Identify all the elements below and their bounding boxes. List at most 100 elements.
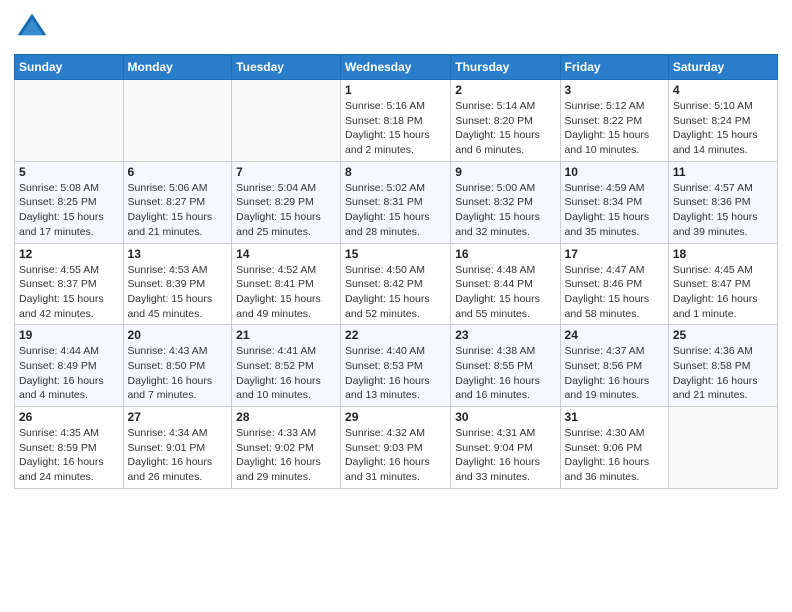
day-info: Sunrise: 4:30 AM Sunset: 9:06 PM Dayligh… [565,426,664,485]
day-number: 11 [673,165,773,179]
day-info: Sunrise: 4:50 AM Sunset: 8:42 PM Dayligh… [345,263,446,322]
day-info: Sunrise: 4:59 AM Sunset: 8:34 PM Dayligh… [565,181,664,240]
calendar-header-row: SundayMondayTuesdayWednesdayThursdayFrid… [15,55,778,80]
day-info: Sunrise: 4:31 AM Sunset: 9:04 PM Dayligh… [455,426,555,485]
day-number: 29 [345,410,446,424]
day-number: 25 [673,328,773,342]
calendar-week-row: 26 Sunrise: 4:35 AM Sunset: 8:59 PM Dayli… [15,407,778,489]
generalblue-icon [14,10,50,46]
calendar-table: SundayMondayTuesdayWednesdayThursdayFrid… [14,54,778,489]
day-of-week-header: Tuesday [232,55,341,80]
day-info: Sunrise: 5:08 AM Sunset: 8:25 PM Dayligh… [19,181,119,240]
day-info: Sunrise: 5:12 AM Sunset: 8:22 PM Dayligh… [565,99,664,158]
day-info: Sunrise: 4:57 AM Sunset: 8:36 PM Dayligh… [673,181,773,240]
calendar-cell: 21 Sunrise: 4:41 AM Sunset: 8:52 PM Dayli… [232,325,341,407]
day-of-week-header: Friday [560,55,668,80]
calendar-cell: 16 Sunrise: 4:48 AM Sunset: 8:44 PM Dayli… [451,243,560,325]
day-number: 16 [455,247,555,261]
day-info: Sunrise: 4:52 AM Sunset: 8:41 PM Dayligh… [236,263,336,322]
calendar-cell: 2 Sunrise: 5:14 AM Sunset: 8:20 PM Daylig… [451,80,560,162]
calendar-cell: 14Sunrise: 4:52 AM Sunset: 8:41 PM Dayli… [232,243,341,325]
day-info: Sunrise: 5:06 AM Sunset: 8:27 PM Dayligh… [128,181,228,240]
calendar-week-row: 19Sunrise: 4:44 AM Sunset: 8:49 PM Dayli… [15,325,778,407]
day-info: Sunrise: 4:32 AM Sunset: 9:03 PM Dayligh… [345,426,446,485]
calendar-cell: 18Sunrise: 4:45 AM Sunset: 8:47 PM Dayli… [668,243,777,325]
calendar-cell: 4Sunrise: 5:10 AM Sunset: 8:24 PM Daylig… [668,80,777,162]
calendar-cell: 20 Sunrise: 4:43 AM Sunset: 8:50 PM Dayli… [123,325,232,407]
day-info: Sunrise: 4:35 AM Sunset: 8:59 PM Dayligh… [19,426,119,485]
day-of-week-header: Saturday [668,55,777,80]
calendar-cell: 15 Sunrise: 4:50 AM Sunset: 8:42 PM Dayli… [341,243,451,325]
day-info: Sunrise: 5:10 AM Sunset: 8:24 PM Dayligh… [673,99,773,158]
day-number: 17 [565,247,664,261]
day-number: 9 [455,165,555,179]
calendar-cell: 1 Sunrise: 5:16 AM Sunset: 8:18 PM Daylig… [341,80,451,162]
day-info: Sunrise: 4:48 AM Sunset: 8:44 PM Dayligh… [455,263,555,322]
day-info: Sunrise: 4:40 AM Sunset: 8:53 PM Dayligh… [345,344,446,403]
calendar-cell: 30 Sunrise: 4:31 AM Sunset: 9:04 PM Dayli… [451,407,560,489]
calendar-cell [15,80,124,162]
calendar-cell: 10 Sunrise: 4:59 AM Sunset: 8:34 PM Dayli… [560,161,668,243]
day-number: 1 [345,83,446,97]
day-number: 30 [455,410,555,424]
calendar-cell: 17 Sunrise: 4:47 AM Sunset: 8:46 PM Dayli… [560,243,668,325]
day-number: 31 [565,410,664,424]
day-info: Sunrise: 4:47 AM Sunset: 8:46 PM Dayligh… [565,263,664,322]
day-of-week-header: Sunday [15,55,124,80]
calendar-cell: 12Sunrise: 4:55 AM Sunset: 8:37 PM Dayli… [15,243,124,325]
day-number: 26 [19,410,119,424]
day-number: 20 [128,328,228,342]
day-number: 7 [236,165,336,179]
calendar-cell: 25Sunrise: 4:36 AM Sunset: 8:58 PM Dayli… [668,325,777,407]
day-number: 23 [455,328,555,342]
day-info: Sunrise: 4:41 AM Sunset: 8:52 PM Dayligh… [236,344,336,403]
calendar-cell: 31 Sunrise: 4:30 AM Sunset: 9:06 PM Dayli… [560,407,668,489]
day-number: 15 [345,247,446,261]
day-info: Sunrise: 4:55 AM Sunset: 8:37 PM Dayligh… [19,263,119,322]
calendar-cell: 28Sunrise: 4:33 AM Sunset: 9:02 PM Dayli… [232,407,341,489]
day-number: 22 [345,328,446,342]
day-info: Sunrise: 5:16 AM Sunset: 8:18 PM Dayligh… [345,99,446,158]
day-number: 5 [19,165,119,179]
calendar-cell [668,407,777,489]
calendar-cell: 22 Sunrise: 4:40 AM Sunset: 8:53 PM Dayli… [341,325,451,407]
calendar-cell: 23 Sunrise: 4:38 AM Sunset: 8:55 PM Dayli… [451,325,560,407]
day-number: 18 [673,247,773,261]
logo [14,10,54,46]
day-of-week-header: Wednesday [341,55,451,80]
calendar-cell [123,80,232,162]
day-info: Sunrise: 5:04 AM Sunset: 8:29 PM Dayligh… [236,181,336,240]
day-info: Sunrise: 4:53 AM Sunset: 8:39 PM Dayligh… [128,263,228,322]
day-info: Sunrise: 5:14 AM Sunset: 8:20 PM Dayligh… [455,99,555,158]
day-info: Sunrise: 4:44 AM Sunset: 8:49 PM Dayligh… [19,344,119,403]
day-number: 21 [236,328,336,342]
day-number: 28 [236,410,336,424]
day-info: Sunrise: 4:38 AM Sunset: 8:55 PM Dayligh… [455,344,555,403]
day-number: 27 [128,410,228,424]
calendar-cell: 24 Sunrise: 4:37 AM Sunset: 8:56 PM Dayli… [560,325,668,407]
day-info: Sunrise: 5:00 AM Sunset: 8:32 PM Dayligh… [455,181,555,240]
day-info: Sunrise: 4:34 AM Sunset: 9:01 PM Dayligh… [128,426,228,485]
calendar-week-row: 12Sunrise: 4:55 AM Sunset: 8:37 PM Dayli… [15,243,778,325]
day-number: 10 [565,165,664,179]
day-info: Sunrise: 4:37 AM Sunset: 8:56 PM Dayligh… [565,344,664,403]
calendar-cell: 11 Sunrise: 4:57 AM Sunset: 8:36 PM Dayli… [668,161,777,243]
calendar-cell: 19Sunrise: 4:44 AM Sunset: 8:49 PM Dayli… [15,325,124,407]
calendar-cell [232,80,341,162]
day-of-week-header: Monday [123,55,232,80]
day-number: 24 [565,328,664,342]
calendar-cell: 7 Sunrise: 5:04 AM Sunset: 8:29 PM Daylig… [232,161,341,243]
calendar-cell: 26 Sunrise: 4:35 AM Sunset: 8:59 PM Dayli… [15,407,124,489]
day-number: 2 [455,83,555,97]
day-number: 3 [565,83,664,97]
header [14,10,778,46]
day-number: 13 [128,247,228,261]
day-info: Sunrise: 4:43 AM Sunset: 8:50 PM Dayligh… [128,344,228,403]
day-of-week-header: Thursday [451,55,560,80]
day-number: 6 [128,165,228,179]
calendar-cell: 27 Sunrise: 4:34 AM Sunset: 9:01 PM Dayli… [123,407,232,489]
calendar-cell: 29 Sunrise: 4:32 AM Sunset: 9:03 PM Dayli… [341,407,451,489]
calendar-cell: 6 Sunrise: 5:06 AM Sunset: 8:27 PM Daylig… [123,161,232,243]
calendar-cell: 8Sunrise: 5:02 AM Sunset: 8:31 PM Daylig… [341,161,451,243]
calendar-cell: 3 Sunrise: 5:12 AM Sunset: 8:22 PM Daylig… [560,80,668,162]
